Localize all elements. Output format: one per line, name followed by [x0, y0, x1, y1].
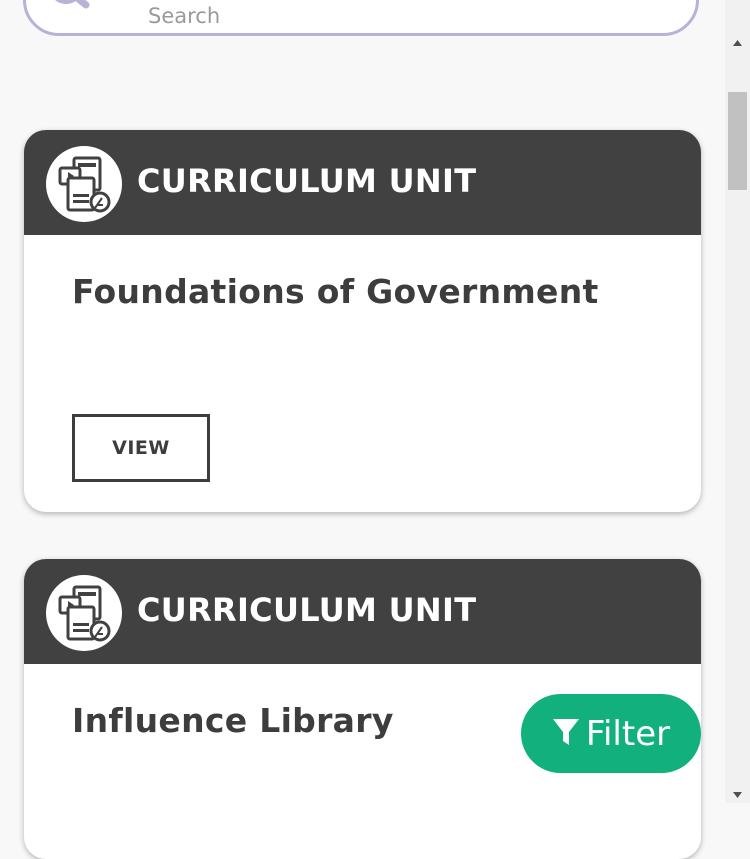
scroll-up-arrow-icon[interactable] — [732, 32, 743, 51]
card-type-label: CURRICULUM UNIT — [137, 162, 477, 200]
filter-label: Filter — [585, 713, 671, 754]
view-button[interactable]: VIEW — [72, 414, 210, 482]
curriculum-unit-icon — [46, 575, 122, 651]
search-icon — [48, 0, 96, 39]
filter-button[interactable]: Filter — [521, 694, 701, 773]
card-title[interactable]: Influence Library — [72, 701, 394, 740]
funnel-icon — [552, 717, 580, 751]
curriculum-card: CURRICULUM UNIT Foundations of Governmen… — [24, 130, 701, 512]
search-input[interactable] — [146, 0, 650, 33]
card-header: CURRICULUM UNIT — [24, 559, 701, 664]
card-header: CURRICULUM UNIT — [24, 130, 701, 235]
curriculum-unit-icon — [46, 146, 122, 222]
card-type-label: CURRICULUM UNIT — [137, 591, 477, 629]
scrollbar[interactable] — [725, 0, 750, 803]
card-title[interactable]: Foundations of Government — [72, 272, 599, 311]
scrollbar-thumb[interactable] — [728, 92, 747, 190]
search-bar[interactable] — [23, 0, 699, 36]
scroll-down-arrow-icon[interactable] — [732, 784, 743, 803]
